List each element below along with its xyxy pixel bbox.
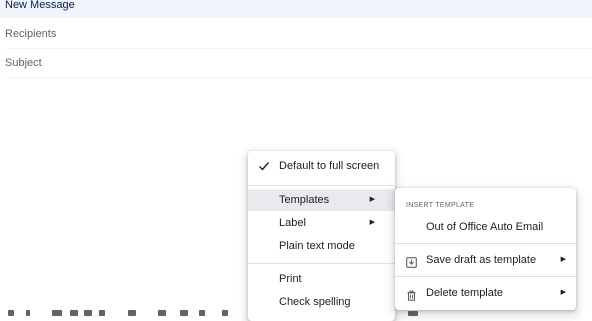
menu-item-label: Delete template — [426, 287, 504, 299]
menu-divider — [395, 243, 576, 244]
recipients-placeholder: Recipients — [5, 28, 57, 40]
templates-submenu: INSERT TEMPLATE Out of Office Auto Email… — [395, 188, 576, 310]
delete-template[interactable]: Delete template ▶ — [395, 282, 576, 304]
compose-header: New Message — [0, 0, 592, 18]
menu-item-plain-text-mode[interactable]: Plain text mode — [248, 235, 395, 257]
menu-item-label: Print — [279, 273, 302, 285]
menu-item-print[interactable]: Print — [248, 268, 395, 290]
insert-template-header: INSERT TEMPLATE — [406, 202, 475, 209]
menu-item-label: Check spelling — [279, 296, 351, 308]
subject-field[interactable]: Subject — [5, 48, 592, 78]
formatting-toolbar — [4, 310, 244, 316]
menu-item-templates[interactable]: Templates ▶ — [248, 189, 395, 211]
template-out-of-office[interactable]: Out of Office Auto Email — [395, 216, 576, 238]
menu-divider — [395, 276, 576, 277]
check-icon — [258, 155, 270, 185]
more-options-menu: Default to full screen Templates ▶ Label… — [248, 151, 395, 321]
toolbar-more-icon[interactable] — [408, 311, 418, 316]
subject-placeholder: Subject — [5, 57, 42, 69]
menu-item-label-option[interactable]: Label ▶ — [248, 212, 395, 234]
menu-item-label: Save draft as template — [426, 254, 537, 266]
menu-item-default-full-screen[interactable]: Default to full screen — [248, 155, 395, 177]
menu-item-label: Default to full screen — [279, 160, 380, 172]
chevron-right-icon: ▶ — [369, 219, 375, 226]
menu-item-check-spelling[interactable]: Check spelling — [248, 291, 395, 313]
save-draft-as-template[interactable]: Save draft as template ▶ — [395, 249, 576, 271]
recipients-field[interactable]: Recipients — [5, 19, 592, 49]
save-download-icon — [406, 254, 417, 276]
menu-item-label: Out of Office Auto Email — [426, 221, 544, 233]
chevron-right-icon: ▶ — [560, 256, 566, 263]
menu-item-label: Plain text mode — [279, 240, 355, 252]
trash-icon — [406, 287, 417, 309]
chevron-right-icon: ▶ — [369, 196, 375, 203]
menu-divider — [248, 185, 395, 186]
menu-item-label: Templates — [279, 194, 330, 206]
menu-item-label: Label — [279, 217, 306, 229]
compose-title: New Message — [5, 0, 75, 11]
chevron-right-icon: ▶ — [560, 289, 566, 296]
menu-divider — [248, 263, 395, 264]
